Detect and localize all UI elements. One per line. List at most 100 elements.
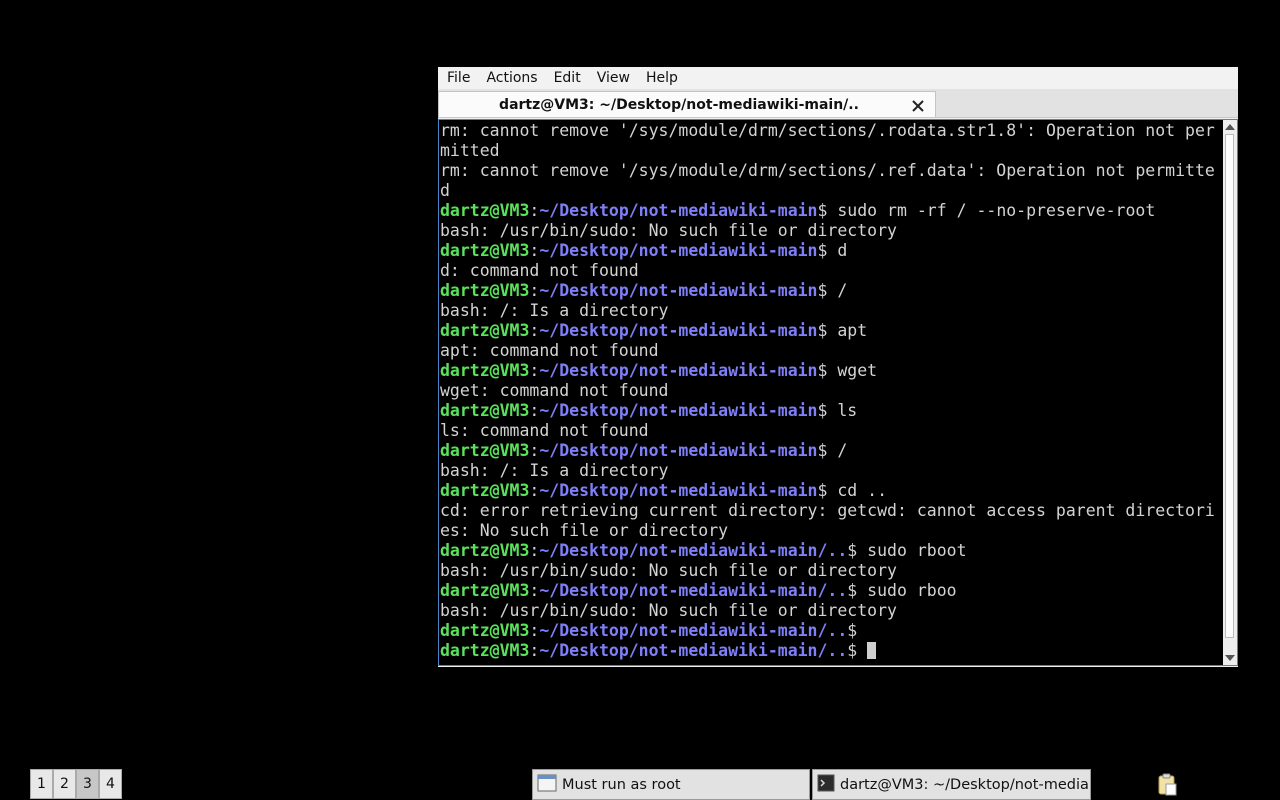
output-line: bash: /usr/bin/sudo: No such file or dir… (440, 561, 1220, 581)
prompt-path: ~/Desktop/not-mediawiki-main/.. (539, 621, 848, 640)
output-text: d: command not found (440, 261, 639, 280)
output-line: bash: /: Is a directory (440, 301, 1220, 321)
scroll-up-icon[interactable] (1225, 124, 1235, 130)
prompt-line: dartz@VM3:~/Desktop/not-mediawiki-main$ … (440, 201, 1156, 220)
output-text: es: No such file or directory (440, 521, 729, 540)
command-text: / (827, 281, 848, 300)
tab-bar: dartz@VM3: ~/Desktop/not-mediawiki-main/… (438, 89, 1238, 118)
menu-file[interactable]: File (438, 67, 477, 89)
prompt-line: dartz@VM3:~/Desktop/not-mediawiki-main$ … (440, 241, 848, 260)
prompt-path: ~/Desktop/not-mediawiki-main (539, 481, 818, 500)
prompt-path: ~/Desktop/not-mediawiki-main (539, 401, 818, 420)
taskbar-item-must-run-as-root[interactable]: Must run as root (532, 769, 810, 800)
prompt-line: dartz@VM3:~/Desktop/not-mediawiki-main/.… (440, 621, 858, 640)
prompt-user: dartz@VM3 (440, 441, 530, 460)
prompt-line: dartz@VM3:~/Desktop/not-mediawiki-main/.… (440, 581, 957, 600)
prompt-path: ~/Desktop/not-mediawiki-main (539, 361, 818, 380)
prompt-line: dartz@VM3:~/Desktop/not-mediawiki-main$ … (440, 321, 868, 340)
scroll-down-icon[interactable] (1225, 655, 1235, 661)
menu-bar: File Actions Edit View Help (438, 67, 1238, 89)
prompt-path: ~/Desktop/not-mediawiki-main/.. (539, 581, 848, 600)
taskbar-item-terminal[interactable]: dartz@VM3: ~/Desktop/not-media... (812, 769, 1091, 800)
terminal-window: File Actions Edit View Help dartz@VM3: ~… (438, 67, 1238, 667)
prompt-user: dartz@VM3 (440, 581, 530, 600)
prompt-path: ~/Desktop/not-mediawiki-main (539, 241, 818, 260)
window-icon (537, 774, 557, 796)
workspace-2-button[interactable]: 2 (53, 769, 76, 799)
output-text: ls: command not found (440, 421, 649, 440)
task-label: Must run as root (562, 776, 681, 793)
prompt-path: ~/Desktop/not-mediawiki-main (539, 441, 818, 460)
prompt-line: dartz@VM3:~/Desktop/not-mediawiki-main$ … (440, 281, 848, 300)
menu-actions[interactable]: Actions (477, 67, 544, 89)
prompt-user: dartz@VM3 (440, 621, 530, 640)
command-text: sudo rboo (857, 581, 957, 600)
close-icon[interactable] (911, 98, 925, 112)
prompt-user: dartz@VM3 (440, 321, 530, 340)
output-line: bash: /usr/bin/sudo: No such file or dir… (440, 221, 1220, 241)
output-text: bash: /usr/bin/sudo: No such file or dir… (440, 601, 897, 620)
command-text: apt (827, 321, 868, 340)
prompt-user: dartz@VM3 (440, 541, 530, 560)
output-text: d (440, 181, 450, 200)
output-line: bash: /: Is a directory (440, 461, 1220, 481)
output-line: d: command not found (440, 261, 1220, 281)
terminal-tab[interactable]: dartz@VM3: ~/Desktop/not-mediawiki-main/… (438, 91, 936, 117)
output-text: mitted (440, 141, 500, 160)
menu-view[interactable]: View (588, 67, 637, 89)
output-text: rm: cannot remove '/sys/module/drm/secti… (440, 121, 1215, 140)
prompt-line: dartz@VM3:~/Desktop/not-mediawiki-main$ … (440, 441, 848, 460)
prompt-user: dartz@VM3 (440, 241, 530, 260)
task-label: dartz@VM3: ~/Desktop/not-media... (840, 776, 1091, 793)
scrollbar[interactable] (1223, 120, 1237, 665)
output-line: es: No such file or directory (440, 521, 1220, 541)
prompt-user: dartz@VM3 (440, 641, 530, 660)
output-text: bash: /: Is a directory (440, 301, 669, 320)
menu-edit[interactable]: Edit (545, 67, 588, 89)
terminal-icon (817, 774, 835, 796)
prompt-user: dartz@VM3 (440, 281, 530, 300)
prompt-line: dartz@VM3:~/Desktop/not-mediawiki-main/.… (440, 641, 1220, 661)
prompt-line: dartz@VM3:~/Desktop/not-mediawiki-main$ … (440, 361, 878, 380)
workspace-3-button[interactable]: 3 (76, 769, 99, 799)
output-text: bash: /usr/bin/sudo: No such file or dir… (440, 221, 897, 240)
command-text: d (827, 241, 848, 260)
clipboard-icon[interactable] (1156, 772, 1178, 800)
command-text: wget (827, 361, 878, 380)
command-text: / (827, 441, 848, 460)
prompt-user: dartz@VM3 (440, 201, 530, 220)
output-text: cd: error retrieving current directory: … (440, 501, 1215, 520)
output-text: apt: command not found (440, 341, 659, 360)
prompt-path: ~/Desktop/not-mediawiki-main (539, 321, 818, 340)
terminal-output: rm: cannot remove '/sys/module/drm/secti… (440, 121, 1220, 664)
prompt-user: dartz@VM3 (440, 361, 530, 380)
workspace-4-button[interactable]: 4 (99, 769, 122, 799)
output-line: bash: /usr/bin/sudo: No such file or dir… (440, 601, 1220, 621)
output-line: mitted (440, 141, 1220, 161)
output-text: wget: command not found (440, 381, 669, 400)
workspace-1-button[interactable]: 1 (30, 769, 53, 799)
command-text: cd .. (827, 481, 888, 500)
prompt-path: ~/Desktop/not-mediawiki-main (539, 281, 818, 300)
output-line: rm: cannot remove '/sys/module/drm/secti… (440, 161, 1220, 181)
prompt-line: dartz@VM3:~/Desktop/not-mediawiki-main$ … (440, 401, 858, 420)
terminal-area[interactable]: rm: cannot remove '/sys/module/drm/secti… (438, 119, 1238, 666)
output-line: cd: error retrieving current directory: … (440, 501, 1220, 521)
text-cursor (867, 642, 877, 659)
prompt-line: dartz@VM3:~/Desktop/not-mediawiki-main/.… (440, 541, 967, 560)
scroll-thumb[interactable] (1225, 134, 1234, 638)
prompt-line: dartz@VM3:~/Desktop/not-mediawiki-main$ … (440, 481, 888, 500)
tab-title: dartz@VM3: ~/Desktop/not-mediawiki-main/… (499, 97, 859, 113)
output-line: rm: cannot remove '/sys/module/drm/secti… (440, 121, 1220, 141)
prompt-user: dartz@VM3 (440, 401, 530, 420)
command-text: ls (827, 401, 858, 420)
command-text (857, 641, 867, 660)
output-line: d (440, 181, 1220, 201)
prompt-path: ~/Desktop/not-mediawiki-main/.. (539, 541, 848, 560)
command-text: sudo rm -rf / --no-preserve-root (827, 201, 1156, 220)
command-text: sudo rboot (857, 541, 967, 560)
output-text: bash: /usr/bin/sudo: No such file or dir… (440, 561, 897, 580)
menu-help[interactable]: Help (637, 67, 685, 89)
prompt-path: ~/Desktop/not-mediawiki-main (539, 201, 818, 220)
output-text: rm: cannot remove '/sys/module/drm/secti… (440, 161, 1215, 180)
